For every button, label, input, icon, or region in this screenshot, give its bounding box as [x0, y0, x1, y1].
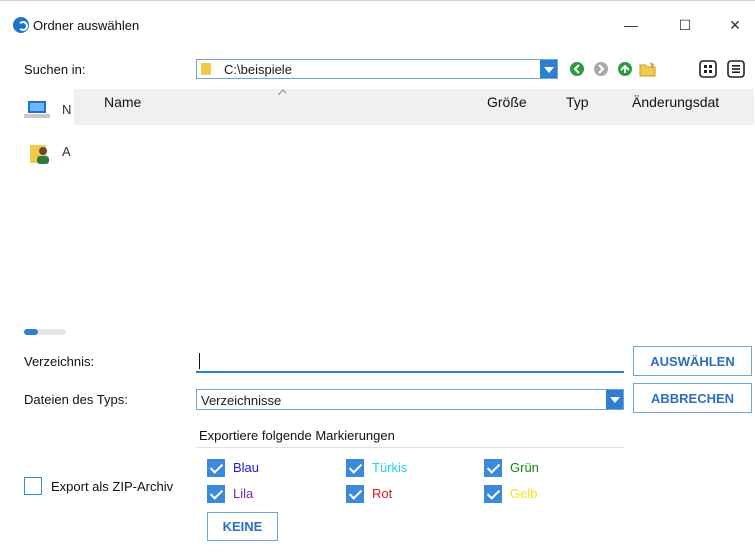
mark-checkbox-lila[interactable]: Lila — [207, 485, 317, 503]
file-list[interactable] — [74, 89, 754, 345]
directory-label: Verzeichnis: — [24, 354, 95, 369]
app-logo-icon — [13, 17, 29, 33]
user-folder-icon — [30, 145, 49, 164]
folder-chooser-dialog: Ordner auswählen — ☐ ✕ Suchen in: C:\bei… — [0, 0, 755, 557]
check-icon — [207, 485, 225, 503]
forward-icon[interactable] — [592, 60, 610, 78]
file-list-header: Name Größe Typ Änderungsdat — [74, 89, 754, 125]
filetype-label: Dateien des Typs: — [24, 392, 128, 407]
mark-checkbox-gruen[interactable]: Grün — [484, 459, 594, 477]
mark-checkbox-tuerkis[interactable]: Türkis — [346, 459, 456, 477]
check-icon — [484, 459, 502, 477]
select-button[interactable]: AUSWÄHLEN — [633, 346, 752, 376]
mark-label-blau: Blau — [233, 460, 260, 475]
details-view-icon[interactable] — [727, 60, 745, 78]
sidebar-scroll-thumb[interactable] — [24, 329, 38, 335]
mark-label-rot: Rot — [372, 486, 393, 501]
zip-export-checkbox[interactable]: Export als ZIP-Archiv — [24, 477, 194, 497]
sidebar-item-computer[interactable]: N — [24, 98, 71, 124]
mark-label-tuerkis: Türkis — [372, 460, 408, 475]
chevron-down-icon[interactable] — [540, 60, 557, 78]
check-icon — [346, 459, 364, 477]
filetype-combo[interactable]: Verzeichnisse — [196, 389, 624, 410]
chevron-down-icon[interactable] — [606, 390, 623, 409]
none-button[interactable]: KEINE — [207, 512, 278, 541]
text-cursor — [199, 353, 200, 369]
sidebar-item-label: A — [62, 144, 71, 159]
mark-checkbox-gelb[interactable]: Gelb — [484, 485, 594, 503]
lookin-label: Suchen in: — [24, 62, 86, 77]
zip-export-label: Export als ZIP-Archiv — [51, 479, 174, 494]
mark-label-gruen: Grün — [510, 460, 539, 475]
check-icon — [207, 459, 225, 477]
lookin-value: C:\beispiele — [224, 62, 292, 77]
close-button[interactable]: ✕ — [712, 9, 755, 41]
computer-icon — [24, 101, 50, 118]
check-icon — [346, 485, 364, 503]
export-heading: Exportiere folgende Markierungen — [199, 428, 395, 443]
sidebar-item-user[interactable]: A — [28, 141, 71, 169]
new-folder-icon[interactable] — [639, 60, 657, 78]
back-icon[interactable] — [568, 60, 586, 78]
mark-checkbox-rot[interactable]: Rot — [346, 485, 456, 503]
sort-ascending-icon — [278, 89, 286, 95]
filetype-value: Verzeichnisse — [201, 393, 282, 408]
column-type[interactable]: Typ — [566, 94, 589, 110]
list-view-icon[interactable] — [699, 60, 717, 78]
check-icon — [484, 485, 502, 503]
sidebar-item-label: N — [62, 102, 72, 117]
group-divider — [196, 447, 624, 448]
mark-label-gelb: Gelb — [510, 486, 538, 501]
checkbox-box[interactable] — [24, 477, 42, 495]
window-title: Ordner auswählen — [33, 18, 140, 33]
mark-label-lila: Lila — [233, 486, 254, 501]
maximize-button[interactable]: ☐ — [662, 9, 708, 41]
minimize-button[interactable]: — — [608, 9, 654, 41]
lookin-combo[interactable]: C:\beispiele — [196, 59, 558, 79]
mark-checkbox-blau[interactable]: Blau — [207, 459, 317, 477]
folder-icon — [201, 63, 211, 75]
places-sidebar — [22, 89, 72, 345]
up-icon[interactable] — [616, 60, 634, 78]
cancel-button[interactable]: ABBRECHEN — [633, 383, 752, 413]
directory-input[interactable] — [196, 345, 624, 373]
column-name[interactable]: Name — [104, 94, 141, 110]
column-size[interactable]: Größe — [487, 94, 527, 110]
column-modified[interactable]: Änderungsdat — [632, 94, 719, 110]
